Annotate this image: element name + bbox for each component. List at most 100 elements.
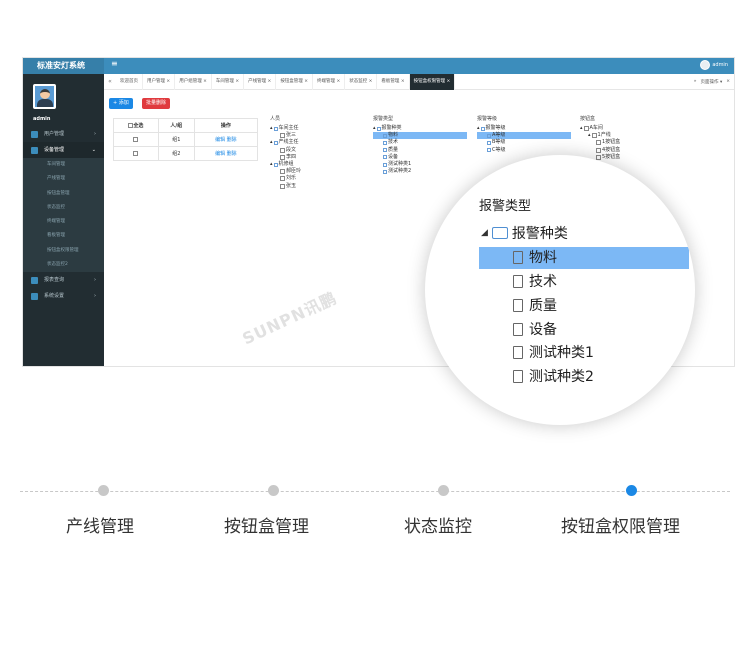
tab-user[interactable]: 用户管理 × [143,73,176,90]
step-label-status-monitor[interactable]: 状态监控 [404,512,472,537]
sidebar-menu: 用户管理 › 设备管理 ⌄ 车间管理 产线管理 按钮盒管理 状态监控 终端管理 … [23,126,104,304]
user-avatar [33,84,56,109]
row-actions: 编辑 删除 [193,146,259,161]
tab-welcome[interactable]: 欢迎首页 [116,73,143,90]
step-dot[interactable] [98,485,109,496]
edit-delete-links[interactable]: 编辑 删除 [215,137,237,143]
tree-node[interactable]: B等级 [477,139,571,146]
chevron-down-icon: ⌄ [91,147,96,153]
sidebar-item-device-management[interactable]: 设备管理 ⌄ [23,142,104,158]
chevron-right-icon: › [94,293,96,300]
tab-user-group[interactable]: 用户组管理 × [175,73,212,90]
magnifier-node-selected[interactable]: 物料 [513,247,557,267]
file-icon [513,250,523,264]
tree-node[interactable]: 4按钮盒 [580,147,620,154]
edit-delete-links[interactable]: 编辑 删除 [215,151,237,157]
sidebar-item-user-management[interactable]: 用户管理 › [23,126,104,142]
sidebar: admin 用户管理 › 设备管理 ⌄ 车间管理 产线管理 按钮盒管理 状态监控… [23,74,104,366]
add-button[interactable]: + 添加 [109,98,133,109]
tree-node[interactable]: 设备 [373,154,467,161]
magnifier-root-node[interactable]: ◢ 报警种类 [481,223,568,243]
table-row[interactable]: 组1 编辑 删除 [113,132,259,147]
tree-node[interactable]: 技术 [373,139,467,146]
sidebar-subitem-board[interactable]: 看板管理 [23,229,104,243]
avatar [700,60,711,70]
sidebar-submenu: 车间管理 产线管理 按钮盒管理 状态监控 终端管理 看板管理 按钮盒权限管理 状… [23,158,104,273]
gear-icon [31,292,38,300]
tree-node[interactable]: C等级 [477,147,571,154]
magnifier-selection-highlight [479,247,689,269]
batch-delete-button[interactable]: 批量删除 [142,98,171,109]
sidebar-user-panel: admin [23,74,104,122]
chevron-right-icon: › [94,277,96,284]
tree-title: 报警等级 [477,116,498,122]
tab-terminal[interactable]: 终端管理 × [313,73,346,90]
top-bar: 标准安灯系统 ≡ admin [23,58,734,74]
tab-button-box[interactable]: 按钮盒管理 × [276,73,314,90]
magnifier-node[interactable]: 测试种类1 [513,342,594,362]
table-cell: 组1 [157,132,195,147]
tab-board[interactable]: 看板管理 × [377,73,410,90]
tree-node[interactable]: 质量 [373,147,467,154]
group-table: 全选 人/组 操作 组1 编辑 删除 组2 编辑 删除 [113,118,259,161]
tree-node[interactable]: 段文 [270,147,301,154]
tree-node[interactable]: 张玉 [270,183,301,190]
folder-icon [491,227,508,239]
close-icon[interactable]: × [726,79,730,84]
sidebar-item-label: 系统设置 [44,293,65,300]
page-ops-menu[interactable]: 页面操作 ▾ [701,79,723,85]
checkbox[interactable] [133,150,139,156]
tab-bar: « 欢迎首页 用户管理 × 用户组管理 × 车间管理 × 产线管理 × 按钮盒管… [104,73,734,90]
alarm-level-tree: 报警等级 ▴ 报警等级 A等级 B等级 C等级 [477,115,571,154]
step-label-button-box-permission[interactable]: 按钮盒权限管理 [561,512,680,537]
column-header: 操作 [193,118,259,133]
sidebar-item-reports[interactable]: 报表查询 › [23,272,104,288]
menu-toggle-icon[interactable]: ≡ [111,59,118,68]
expand-triangle-icon: ◢ [481,228,488,238]
file-icon [513,369,523,383]
sidebar-item-settings[interactable]: 系统设置 › [23,288,104,304]
magnifier-node[interactable]: 技术 [513,271,557,291]
magnifier-node[interactable]: 测试种类2 [513,366,594,386]
tree-node[interactable]: 刘乐 [270,175,301,182]
column-header: 人/组 [157,118,195,133]
magnifier-node[interactable]: 设备 [513,319,557,339]
tab-status[interactable]: 状态监控 × [345,73,378,90]
tab-button-box-permission[interactable]: 按钮盒权限管理 × [409,73,456,90]
table-row[interactable]: 组2 编辑 删除 [113,146,259,161]
sidebar-subitem-button-box-permission[interactable]: 按钮盒权限管理 [23,244,104,258]
step-label-button-box-management[interactable]: 按钮盒管理 [224,512,309,537]
tree-node[interactable]: ▴ 产线主任 [270,139,301,146]
checkbox[interactable] [133,136,139,142]
sidebar-subitem-line[interactable]: 产线管理 [23,172,104,186]
sidebar-subitem-button-box[interactable]: 按钮盒管理 [23,187,104,201]
step-dot[interactable] [268,485,279,496]
magnifier-title: 报警类型 [479,199,532,214]
tab-line[interactable]: 产线管理 × [244,73,277,90]
sidebar-subitem-status-monitor[interactable]: 状态监控 [23,201,104,215]
tree-node[interactable]: 测试种类2 [373,168,467,175]
tree-title: 人员 [270,116,281,122]
step-dot[interactable] [438,485,449,496]
tab-workshop[interactable]: 车间管理 × [212,73,245,90]
sidebar-item-label: 报表查询 [44,277,65,284]
file-icon [513,345,523,359]
top-user-menu[interactable]: admin [700,60,728,70]
magnifier-node[interactable]: 质量 [513,295,557,315]
tree-node[interactable]: 1按钮盒 [580,139,620,146]
sidebar-subitem-terminal[interactable]: 终端管理 [23,215,104,229]
tab-next-icon[interactable]: » [694,79,697,84]
magnifier-callout: 报警类型 ◢ 报警种类 物料 技术 质量 设备 测试种类1 测试种类2 [425,155,695,425]
sidebar-item-label: 用户管理 [44,131,65,137]
step-label-line-management[interactable]: 产线管理 [66,512,134,537]
tab-prev-icon[interactable]: « [104,78,116,85]
sidebar-subitem-status-monitor-2[interactable]: 状态监控2 [23,258,104,272]
tree-node[interactable]: 李四 [270,154,301,161]
table-header-row: 全选 人/组 操作 [113,118,259,133]
sidebar-subitem-workshop[interactable]: 车间管理 [23,158,104,172]
select-all-header[interactable]: 全选 [113,118,159,133]
button-box-tree: 按钮盒 ▴ A车间 ▴ 1产线 1按钮盒 4按钮盒 5按钮盒 [580,115,620,161]
step-dot-active[interactable] [626,485,637,496]
file-icon [513,298,523,312]
row-actions: 编辑 删除 [193,132,259,147]
